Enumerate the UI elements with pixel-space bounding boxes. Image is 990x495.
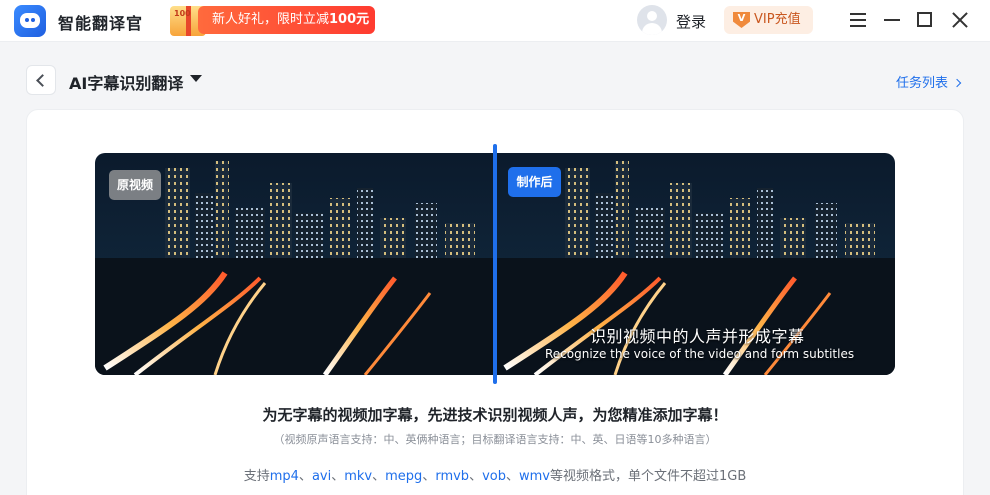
app-logo-icon	[14, 5, 46, 37]
format-mepg: mepg	[385, 469, 423, 484]
format-mkv: mkv	[344, 469, 373, 484]
vip-recharge-button[interactable]: V VIP充值	[724, 6, 813, 34]
page-title[interactable]: AI字幕识别翻译	[69, 70, 183, 94]
format-wmv: wmv	[519, 469, 550, 484]
format-separator: 、	[298, 469, 312, 484]
format-vob: vob	[482, 469, 506, 484]
chevron-right-icon	[952, 78, 962, 88]
format-rmvb: rmvb	[435, 469, 470, 484]
vip-label: VIP充值	[754, 12, 801, 27]
menu-icon[interactable]	[845, 7, 871, 33]
task-list-link[interactable]: 任务列表	[896, 72, 962, 91]
formats-list: mp4、avi、mkv、mepg、rmvb、vob、wmv	[270, 469, 550, 484]
format-separator: 、	[505, 469, 519, 484]
supported-formats: 支持mp4、avi、mkv、mepg、rmvb、vob、wmv等视频格式，单个文…	[0, 465, 990, 484]
format-separator: 、	[372, 469, 386, 484]
minimize-icon[interactable]	[879, 7, 905, 33]
back-chevron-icon	[36, 74, 49, 87]
app-name: 智能翻译官	[58, 14, 144, 33]
promo-banner[interactable]: 100 新人好礼，限时立减100元	[170, 6, 375, 36]
compare-divider[interactable]	[493, 144, 497, 384]
promo-text: 新人好礼，限时立减100元	[198, 6, 375, 34]
title-bar: 智能翻译官 100 新人好礼，限时立减100元 登录 V VIP充值	[0, 0, 990, 42]
login-button[interactable]: 登录	[676, 11, 706, 32]
gift-tag: 100	[174, 9, 191, 18]
format-separator: 、	[422, 469, 436, 484]
user-avatar-icon[interactable]	[637, 5, 667, 35]
caret-down-icon[interactable]	[190, 75, 202, 82]
maximize-icon[interactable]	[912, 7, 938, 33]
back-button[interactable]	[26, 65, 56, 95]
task-list-label: 任务列表	[896, 76, 949, 91]
format-separator: 、	[469, 469, 483, 484]
formats-suffix: 等视频格式，单个文件不超过1GB	[550, 469, 747, 484]
promo-amount: 100元	[329, 12, 370, 27]
promo-text-prefix: 新人好礼，限时立减	[212, 12, 330, 27]
processed-video-tag: 制作后	[508, 167, 561, 197]
format-separator: 、	[331, 469, 345, 484]
language-support-note: （视频原声语言支持：中、英俩种语言；目标翻译语言支持：中、英、日语等10多种语言…	[273, 433, 717, 446]
original-video-tag: 原视频	[109, 170, 161, 200]
feature-headline: 为无字幕的视频加字幕，先进技术识别视频人声，为您精准添加字幕！	[262, 406, 728, 424]
vip-crown-icon: V	[733, 12, 750, 28]
subtitle-chinese: 识别视频中的人声并形成字幕	[590, 327, 805, 346]
format-avi: avi	[311, 469, 332, 484]
formats-prefix: 支持	[243, 469, 270, 484]
subtitle-english: Recognize the voice of the video and for…	[545, 347, 855, 361]
close-icon[interactable]	[947, 7, 973, 33]
format-mp4: mp4	[269, 469, 299, 484]
